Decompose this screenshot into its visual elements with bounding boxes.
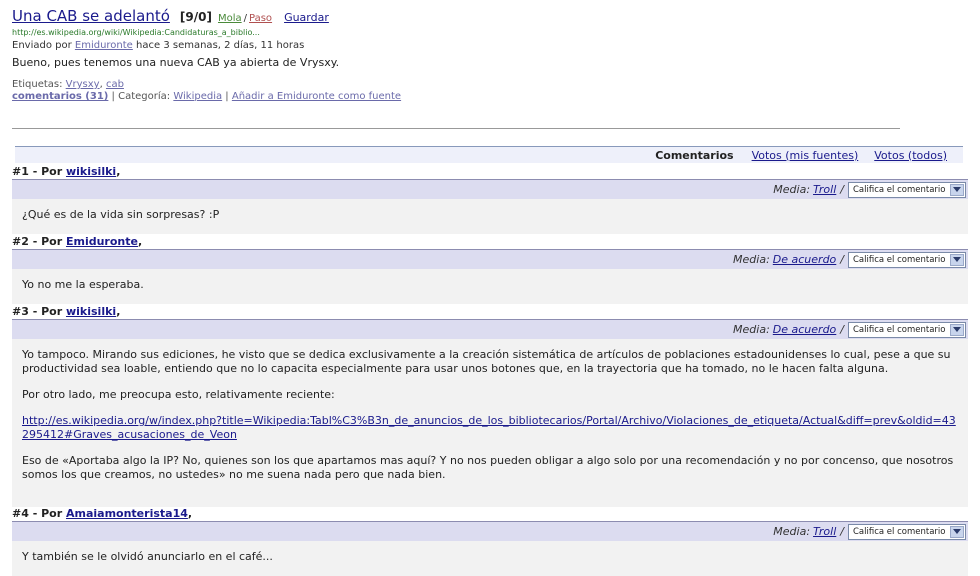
story-title-row: Una CAB se adelantó [9/0] Mola / Paso Gu… (12, 7, 912, 25)
comment-body: Yo no me la esperaba. (12, 269, 968, 304)
vote-separator: / (243, 13, 248, 24)
divider (12, 128, 900, 129)
media-rating: Media: De acuerdo (733, 323, 837, 336)
media-value-link[interactable]: Troll (813, 525, 836, 538)
comments-tabs: Comentarios Votos (mis fuentes) Votos (t… (15, 146, 963, 163)
comment-rating-bar: Media: De acuerdo / Califica el comentari… (12, 249, 968, 269)
story: Una CAB se adelantó [9/0] Mola / Paso Gu… (12, 7, 912, 102)
story-url: http://es.wikipedia.org/wiki/Wikipedia:C… (12, 28, 260, 37)
comment-user-link[interactable]: wikisilki (66, 165, 116, 178)
tag-link[interactable]: cab (106, 79, 124, 90)
media-value-link[interactable]: Troll (813, 183, 836, 196)
rate-comment-select[interactable]: Califica el comentario (848, 181, 966, 198)
rate-comment-select[interactable]: Califica el comentario (848, 523, 966, 540)
save-link[interactable]: Guardar (284, 11, 329, 24)
media-rating: Media: Troll (773, 525, 837, 538)
comment-user-link[interactable]: Emiduronte (66, 235, 138, 248)
story-title-link[interactable]: Una CAB se adelantó (12, 7, 170, 25)
story-body: Bueno, pues tenemos una nueva CAB ya abi… (12, 56, 340, 69)
comment-header: #1 - Por wikisilki, (12, 165, 121, 178)
comment-body: Y también se le olvidó anunciarlo en el … (12, 541, 968, 576)
media-rating: Media: Troll (773, 183, 837, 196)
tab-comments[interactable]: Comentarios (655, 149, 733, 162)
rate-comment-select[interactable]: Califica el comentario (848, 251, 966, 268)
vote-counter: [9/0] (179, 10, 212, 24)
comment-rating-bar: Media: Troll / Califica el comentario (12, 521, 968, 541)
tag-link[interactable]: Vrysxy (66, 79, 100, 90)
add-source-link[interactable]: Añadir a Emiduronte como fuente (232, 91, 401, 102)
comment-rating-bar: Media: De acuerdo / Califica el comentari… (12, 319, 968, 339)
vote-down-link[interactable]: Paso (249, 13, 272, 24)
category-link[interactable]: Wikipedia (173, 91, 222, 102)
tab-votes-sources[interactable]: Votos (mis fuentes) (752, 149, 859, 162)
chevron-down-icon (950, 253, 964, 266)
comment-user-link[interactable]: wikisilki (66, 305, 116, 318)
media-value-link[interactable]: De acuerdo (773, 323, 837, 336)
chevron-down-icon (950, 525, 964, 538)
chevron-down-icon (950, 323, 964, 336)
rate-comment-select[interactable]: Califica el comentario (848, 321, 966, 338)
story-meta: comentarios (31) | Categoría: Wikipedia … (12, 91, 402, 102)
media-value-link[interactable]: De acuerdo (773, 253, 837, 266)
comment: #3 - Por wikisilki, Media: De acuerdo / C… (12, 305, 968, 507)
tab-votes-all[interactable]: Votos (todos) (874, 149, 947, 162)
comment-header: #2 - Por Emiduronte, (12, 235, 143, 248)
comment-rating-bar: Media: Troll / Califica el comentario (12, 179, 968, 199)
comment-body: Yo tampoco. Mirando sus ediciones, he vi… (12, 339, 968, 507)
comment: #4 - Por Amaiamonterista14, Media: Troll … (12, 507, 968, 576)
comment-header: #3 - Por wikisilki, (12, 305, 121, 318)
media-rating: Media: De acuerdo (733, 253, 837, 266)
story-byline: Enviado por Emiduronte hace 3 semanas, 2… (12, 40, 305, 51)
author-link[interactable]: Emiduronte (75, 40, 133, 51)
vote-up-link[interactable]: Mola (218, 13, 242, 24)
chevron-down-icon (950, 183, 964, 196)
comment-body: ¿Qué es de la vida sin sorpresas? :P (12, 199, 968, 234)
story-tags: Etiquetas: Vrysxy, cab (12, 79, 124, 90)
comment: #2 - Por Emiduronte, Media: De acuerdo / … (12, 235, 968, 304)
comment-header: #4 - Por Amaiamonterista14, (12, 507, 193, 520)
comment-link[interactable]: http://es.wikipedia.org/w/index.php?titl… (22, 414, 956, 441)
comment: #1 - Por wikisilki, Media: Troll / Califi… (12, 165, 968, 234)
comments-count-link[interactable]: comentarios (31) (12, 91, 108, 102)
comment-user-link[interactable]: Amaiamonterista14 (66, 507, 188, 520)
